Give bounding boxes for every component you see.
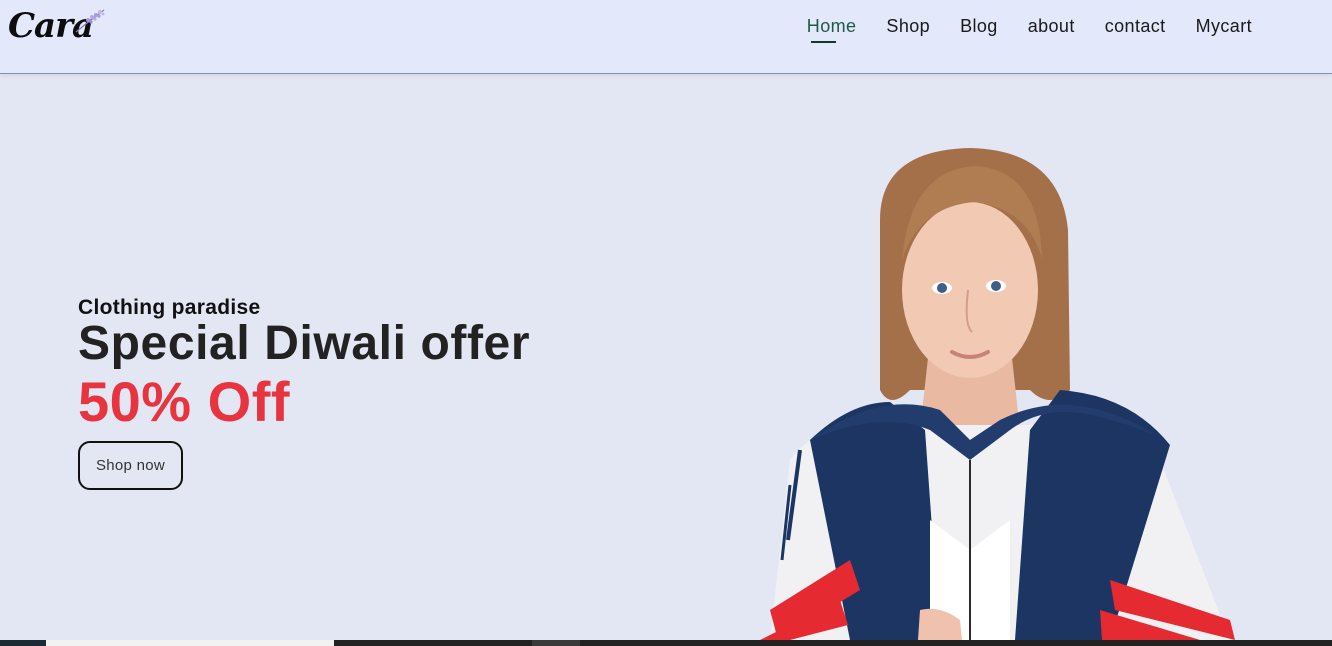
nav-item-contact[interactable]: contact: [1105, 14, 1166, 39]
hero-discount: 50% Off: [78, 370, 290, 433]
nav-link-contact[interactable]: contact: [1105, 14, 1166, 39]
nav-link-home[interactable]: Home: [807, 14, 857, 39]
nav-link-shop[interactable]: Shop: [886, 14, 930, 39]
site-header: Cara Home Shop Blog about contact Mycart: [0, 0, 1332, 74]
nav-item-home[interactable]: Home: [807, 14, 857, 43]
nav-link-mycart[interactable]: Mycart: [1196, 14, 1252, 39]
nav-link-blog[interactable]: Blog: [960, 14, 998, 39]
hero-headline: Special Diwali offer: [78, 317, 531, 370]
nav-link-about[interactable]: about: [1028, 14, 1075, 39]
shop-now-button[interactable]: Shop now: [78, 441, 183, 490]
nav-item-about[interactable]: about: [1028, 14, 1075, 39]
active-underline: [810, 41, 836, 43]
bottom-strip-segment: [532, 640, 580, 646]
nav-item-shop[interactable]: Shop: [886, 14, 930, 39]
bottom-strip-segment: [46, 640, 334, 646]
nav-item-blog[interactable]: Blog: [960, 14, 998, 39]
lavender-icon: [75, 9, 105, 33]
model-photo: [760, 148, 1235, 640]
nav-item-mycart[interactable]: Mycart: [1196, 14, 1252, 39]
bottom-strip-segment: [0, 640, 46, 646]
main-nav: Home Shop Blog about contact Mycart: [807, 14, 1252, 43]
logo[interactable]: Cara: [8, 6, 108, 50]
hero-copy: Clothing paradise Special Diwali offer 5…: [78, 296, 530, 434]
